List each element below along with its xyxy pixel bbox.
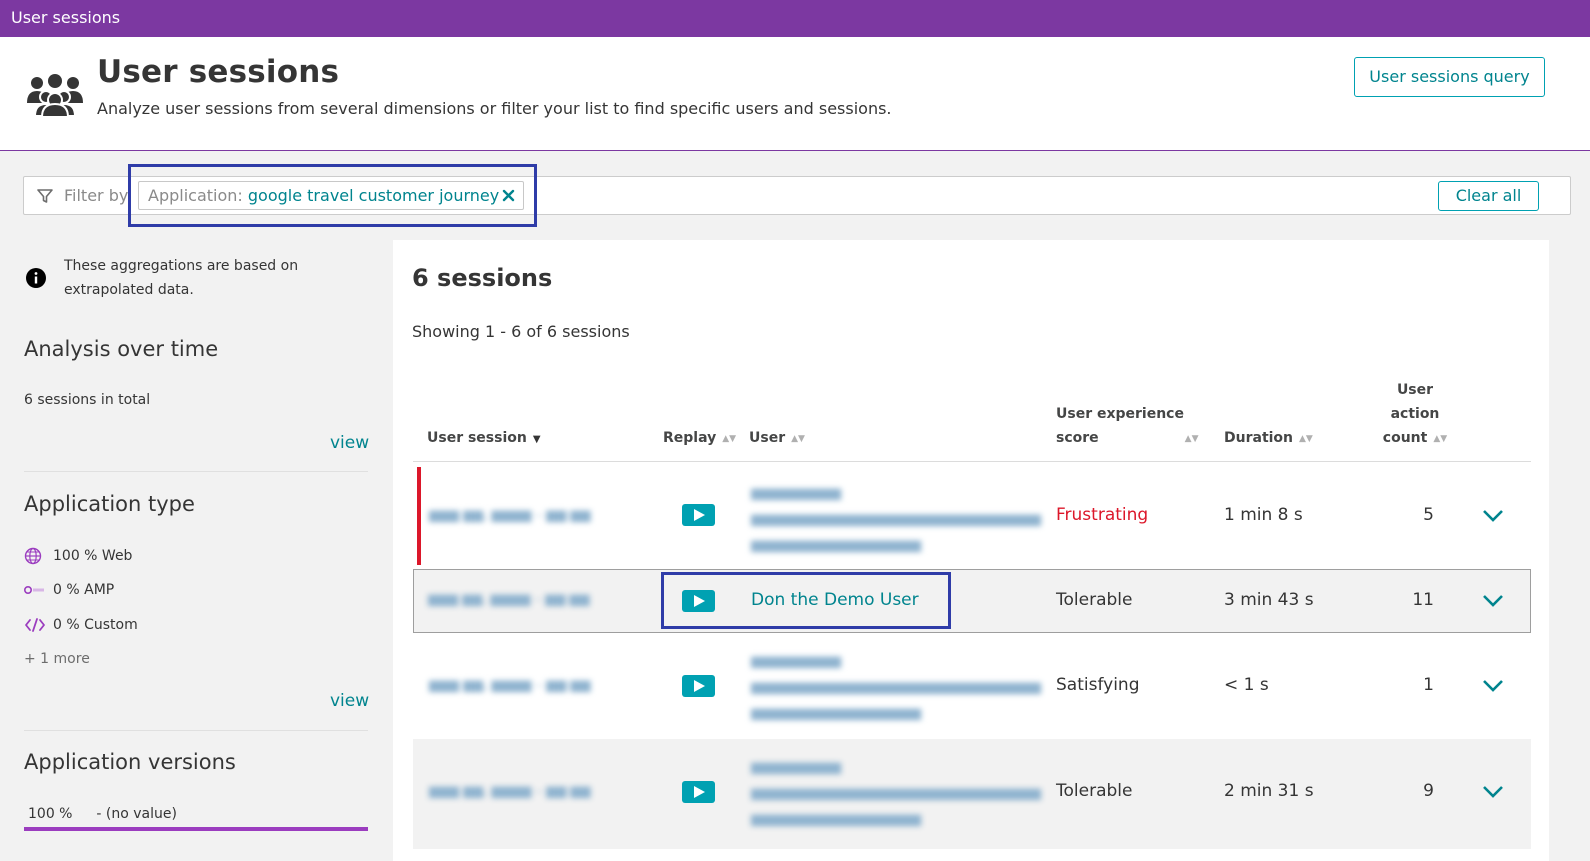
page-subtitle: Analyze user sessions from several dimen… [97, 99, 892, 118]
code-icon [25, 618, 45, 632]
user-id-blurred: ▆▆▆▆▆▆▆▆▆ ▆▆▆▆▆▆▆▆▆▆▆▆▆▆▆▆▆▆▆▆▆▆▆▆▆▆▆▆▆ ▆▆… [751, 654, 1041, 721]
version-percent: 100 % [28, 806, 73, 822]
chevron-down-icon[interactable] [1482, 509, 1504, 523]
table-header-divider [413, 461, 1531, 462]
column-header-duration[interactable]: Duration ▲▼ [1224, 426, 1313, 451]
user-id-blurred: ▆▆▆▆▆▆▆▆▆ ▆▆▆▆▆▆▆▆▆▆▆▆▆▆▆▆▆▆▆▆▆▆▆▆▆▆▆▆▆ ▆▆… [751, 486, 1041, 553]
application-type-heading: Application type [24, 492, 195, 516]
duration: < 1 s [1224, 675, 1269, 695]
analysis-over-time-heading: Analysis over time [24, 337, 219, 361]
ux-score: Tolerable [1056, 590, 1133, 610]
sessions-count-title: 6 sessions [412, 264, 553, 292]
sessions-showing-text: Showing 1 - 6 of 6 sessions [412, 322, 630, 341]
sort-icon: ▲▼ [1299, 434, 1313, 444]
divider [24, 471, 368, 472]
column-header-ux-score[interactable]: User experience score ▲▼ [1056, 402, 1199, 451]
highlight-box-filter [128, 164, 537, 227]
table-row[interactable]: ▆▆▆ ▆▆, ▆▆▆▆ – ▆▆:▆▆ ▆▆▆▆▆▆▆▆▆ ▆▆▆▆▆▆▆▆▆▆… [413, 463, 1531, 569]
application-versions-heading: Application versions [24, 750, 236, 774]
session-start-blurred: ▆▆▆ ▆▆, ▆▆▆▆ – ▆▆:▆▆ [429, 784, 591, 799]
app-type-custom: 0 % Custom [24, 616, 138, 634]
duration: 2 min 31 s [1224, 781, 1314, 801]
column-header-action-count-line3-wrap: count ▲▼ [1375, 426, 1455, 451]
replay-button[interactable] [682, 504, 715, 526]
page-title: User sessions [97, 54, 340, 90]
app-type-web-label: 100 % Web [53, 548, 133, 564]
sort-icon: ▲▼ [1433, 434, 1448, 444]
column-header-action-count-line3: count [1382, 430, 1428, 446]
session-start-blurred: ▆▆▆ ▆▆, ▆▆▆▆ – ▆▆:▆▆ [429, 508, 591, 523]
sessions-total: 6 sessions in total [24, 392, 151, 408]
highlight-box-user [661, 572, 951, 629]
column-header-user[interactable]: User ▲▼ [749, 426, 805, 451]
app-title-bar: User sessions [0, 0, 1590, 37]
action-count: 9 [1423, 781, 1434, 801]
column-header-user-label: User [749, 430, 786, 446]
chevron-down-icon[interactable] [1482, 679, 1504, 693]
replay-button[interactable] [682, 675, 715, 697]
version-row: 100 % - (no value) [28, 806, 177, 822]
users-group-icon [27, 74, 83, 117]
sort-icon: ▲▼ [791, 434, 805, 444]
sessions-panel: 6 sessions Showing 1 - 6 of 6 sessions U… [393, 240, 1549, 861]
analysis-view-link[interactable]: view [330, 433, 369, 453]
app-type-amp: 0 % AMP [24, 581, 114, 599]
column-header-replay-label: Replay [663, 430, 717, 446]
version-value: - (no value) [96, 806, 177, 822]
sort-desc-icon: ▼ [532, 434, 541, 445]
ux-score: Satisfying [1056, 675, 1140, 695]
action-count: 5 [1423, 505, 1434, 525]
column-header-duration-label: Duration [1224, 430, 1294, 446]
app-type-view-link[interactable]: view [330, 691, 369, 711]
more-app-types-link[interactable]: + 1 more [24, 651, 90, 667]
globe-icon [24, 547, 42, 565]
chevron-down-icon[interactable] [1482, 785, 1504, 799]
sort-icon: ▲▼ [1184, 434, 1199, 444]
extrapolation-note: These aggregations are based on extrapol… [64, 258, 299, 298]
page-header: User sessions Analyze user sessions from… [0, 37, 1590, 151]
column-header-action-count[interactable]: User action count ▲▼ [1375, 378, 1455, 451]
filter-by-label: Filter by [64, 186, 129, 205]
column-header-ux-score-line1: User experience [1056, 406, 1184, 422]
user-id-blurred: ▆▆▆▆▆▆▆▆▆ ▆▆▆▆▆▆▆▆▆▆▆▆▆▆▆▆▆▆▆▆▆▆▆▆▆▆▆▆▆ ▆▆… [751, 760, 1041, 827]
divider [24, 730, 368, 731]
session-start-blurred: ▆▆▆ ▆▆, ▆▆▆▆ – ▆▆:▆▆ [428, 592, 590, 607]
table-row[interactable]: ▆▆▆ ▆▆, ▆▆▆▆ – ▆▆:▆▆ ▆▆▆▆▆▆▆▆▆ ▆▆▆▆▆▆▆▆▆▆… [413, 739, 1531, 849]
column-header-action-count-line2: action [1390, 406, 1440, 422]
column-header-ux-score-line2: score [1056, 430, 1099, 446]
frustrating-marker [417, 467, 421, 565]
clear-all-button[interactable]: Clear all [1438, 181, 1539, 211]
column-header-user-session[interactable]: User session ▼ [427, 426, 541, 452]
app-type-custom-label: 0 % Custom [53, 617, 138, 633]
chevron-down-icon[interactable] [1482, 594, 1504, 608]
table-row[interactable]: ▆▆▆ ▆▆, ▆▆▆▆ – ▆▆:▆▆ ▆▆▆▆▆▆▆▆▆ ▆▆▆▆▆▆▆▆▆▆… [413, 633, 1531, 739]
aggregation-panel: These aggregations are based on extrapol… [0, 240, 392, 861]
sort-icon: ▲▼ [722, 434, 737, 444]
replay-button[interactable] [682, 781, 715, 803]
column-header-ux-score-line2-wrap: score ▲▼ [1056, 426, 1199, 451]
version-share-bar [24, 827, 368, 831]
action-count: 1 [1423, 675, 1434, 695]
ux-score: Frustrating [1056, 505, 1149, 525]
ux-score: Tolerable [1056, 781, 1133, 801]
duration: 3 min 43 s [1224, 590, 1314, 610]
table-row-selected[interactable]: ▆▆▆ ▆▆, ▆▆▆▆ – ▆▆:▆▆ Don the Demo User T… [413, 569, 1531, 633]
session-start-blurred: ▆▆▆ ▆▆, ▆▆▆▆ – ▆▆:▆▆ [429, 678, 591, 693]
amp-icon [24, 586, 44, 594]
info-icon [26, 268, 46, 288]
action-count: 11 [1412, 590, 1434, 610]
user-sessions-query-button[interactable]: User sessions query [1354, 57, 1545, 97]
duration: 1 min 8 s [1224, 505, 1303, 525]
column-header-user-session-label: User session [427, 430, 527, 446]
app-type-amp-label: 0 % AMP [53, 582, 115, 598]
column-header-action-count-line1: User [1396, 382, 1434, 398]
app-type-web: 100 % Web [24, 547, 132, 565]
filter-icon [37, 189, 53, 203]
column-header-replay[interactable]: Replay ▲▼ [663, 426, 736, 451]
